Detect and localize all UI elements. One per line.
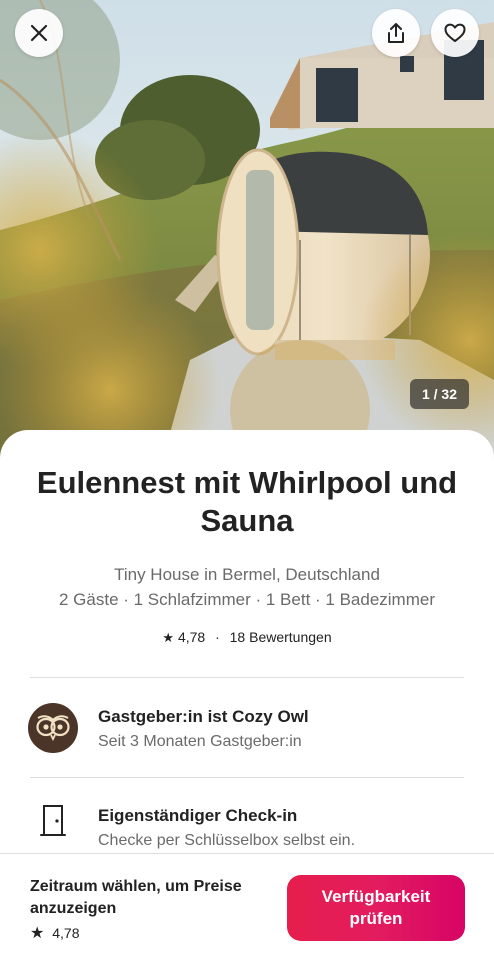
rating-summary[interactable]: ★ 4,78 · 18 Bewertungen xyxy=(0,629,494,646)
star-icon: ★ xyxy=(30,925,45,942)
booking-bar: Zeitraum wählen, um Preise anzuzeigen ★ … xyxy=(0,853,494,960)
listing-type-location: Tiny House in Bermel, Deutschland xyxy=(114,565,380,584)
door-icon xyxy=(40,805,66,836)
divider xyxy=(30,677,464,678)
self-checkin-row: Eigenständiger Check-in Checke per Schlü… xyxy=(28,802,466,854)
star-icon: ★ xyxy=(162,630,175,645)
divider xyxy=(30,777,464,778)
share-icon xyxy=(388,23,404,43)
photo-counter: 1 / 32 xyxy=(409,379,469,409)
bottom-rating: ★ 4,78 xyxy=(30,923,79,943)
host-row[interactable]: Gastgeber:in ist Cozy Owl Seit 3 Monaten… xyxy=(28,703,466,755)
share-button[interactable] xyxy=(372,9,420,57)
owl-logo-icon xyxy=(36,715,70,742)
bottom-rating-value: 4,78 xyxy=(52,925,80,941)
close-icon xyxy=(30,24,48,42)
host-subtitle: Seit 3 Monaten Gastgeber:in xyxy=(98,733,302,750)
listing-details: 2 Gäste · 1 Schlafzimmer · 1 Bett · 1 Ba… xyxy=(58,590,435,609)
listing-title: Eulennest mit Whirlpool und Sauna xyxy=(36,465,458,538)
checkin-subtitle: Checke per Schlüsselbox selbst ein. xyxy=(98,832,356,849)
listing-subtitle: Tiny House in Bermel, Deutschland 2 Gäst… xyxy=(20,562,474,612)
rating-separator: · xyxy=(215,629,220,645)
reviews-link[interactable]: 18 Bewertungen xyxy=(230,629,332,645)
price-prompt[interactable]: Zeitraum wählen, um Preise anzuzeigen xyxy=(30,876,270,920)
host-avatar[interactable] xyxy=(28,703,78,753)
checkin-title: Eigenständiger Check-in xyxy=(98,806,298,825)
close-button[interactable] xyxy=(15,9,63,57)
listing-photo[interactable]: 1 / 32 xyxy=(0,0,494,470)
rating-value: 4,78 xyxy=(177,629,206,645)
host-title: Gastgeber:in ist Cozy Owl xyxy=(98,707,309,726)
favorite-button[interactable] xyxy=(431,9,479,57)
heart-icon xyxy=(444,23,466,42)
check-availability-button[interactable]: Verfügbarkeit prüfen xyxy=(287,875,465,941)
